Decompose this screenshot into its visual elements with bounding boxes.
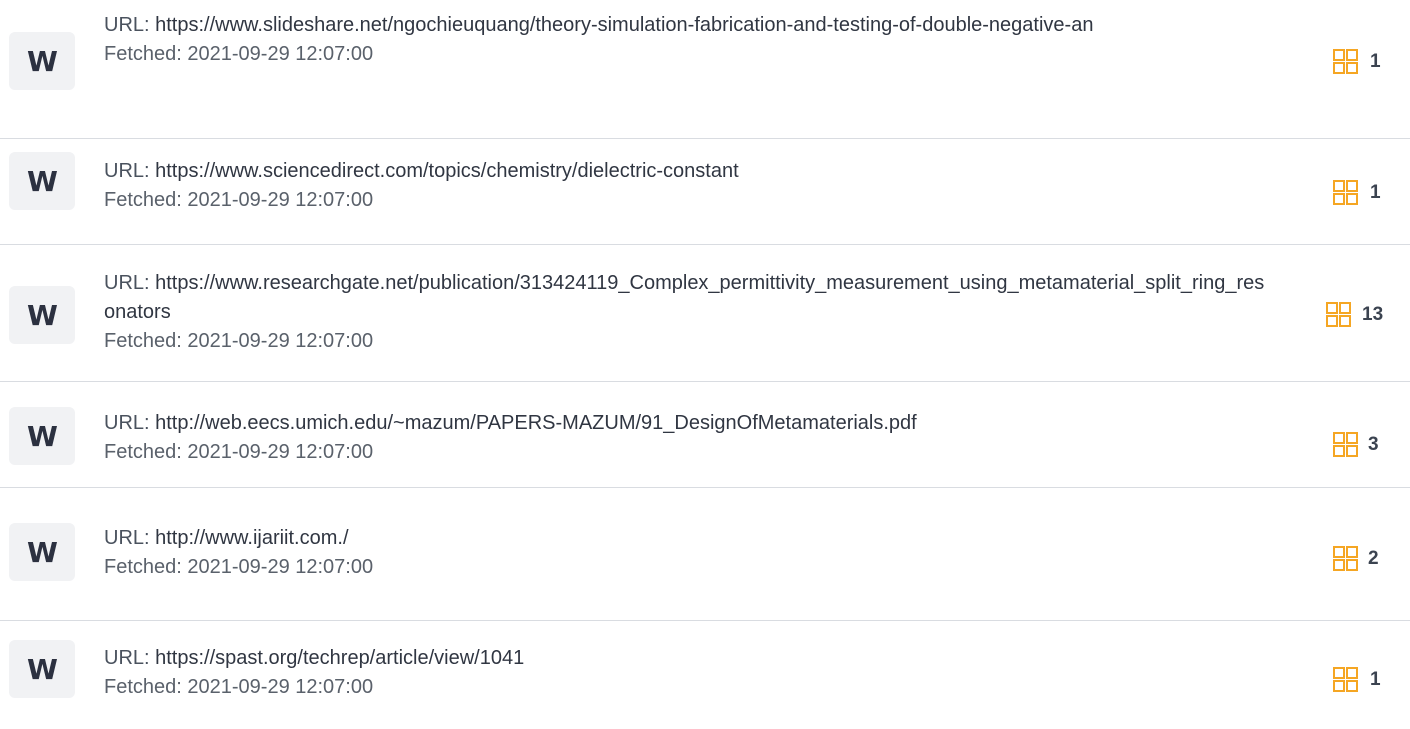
source-url-link[interactable]: https://www.researchgate.net/publication… [104, 272, 1264, 323]
grid-icon[interactable] [1333, 180, 1358, 205]
source-row: W URL: https://www.researchgate.net/publ… [0, 245, 1410, 382]
source-badge: W [9, 152, 75, 210]
match-count-value: 3 [1368, 434, 1379, 455]
fetched-timestamp: 2021-09-29 12:07:00 [187, 441, 374, 463]
grid-icon[interactable] [1333, 667, 1358, 692]
fetched-label: Fetched: [104, 189, 188, 211]
match-count [1333, 180, 1358, 205]
badge-letter: W [27, 419, 58, 453]
url-label: URL: [104, 272, 156, 294]
source-badge: W [9, 286, 75, 344]
match-count [1333, 49, 1358, 74]
source-url-link[interactable]: https://www.sciencedirect.com/topics/che… [155, 160, 739, 182]
match-count-value: 2 [1368, 548, 1379, 569]
source-badge: W [9, 32, 75, 90]
badge-letter: W [27, 535, 58, 569]
match-count [1326, 302, 1351, 327]
fetched-label: Fetched: [104, 330, 188, 352]
fetched-line: Fetched: 2021-09-29 12:07:00 [104, 673, 1274, 702]
match-count [1333, 667, 1358, 692]
badge-letter: W [27, 164, 58, 198]
fetched-line: Fetched: 2021-09-29 12:07:00 [104, 186, 1274, 215]
fetched-label: Fetched: [104, 441, 188, 463]
url-label: URL: [104, 647, 156, 669]
match-count-value: 1 [1370, 182, 1381, 203]
fetched-line: Fetched: 2021-09-29 12:07:00 [104, 438, 1274, 467]
source-meta: URL: https://www.sciencedirect.com/topic… [104, 157, 1274, 215]
source-meta: URL: https://www.slideshare.net/ngochieu… [104, 11, 1274, 69]
match-count-value: 1 [1370, 51, 1381, 72]
url-label: URL: [104, 527, 156, 549]
fetched-timestamp: 2021-09-29 12:07:00 [187, 556, 374, 578]
match-count [1333, 546, 1358, 571]
badge-letter: W [27, 652, 58, 686]
match-count-value: 1 [1370, 669, 1381, 690]
fetched-line: Fetched: 2021-09-29 12:07:00 [104, 40, 1274, 69]
fetched-line: Fetched: 2021-09-29 12:07:00 [104, 553, 1274, 582]
fetched-timestamp: 2021-09-29 12:07:00 [187, 330, 374, 352]
source-url-link[interactable]: http://www.ijariit.com./ [155, 527, 348, 549]
grid-icon[interactable] [1326, 302, 1351, 327]
fetched-label: Fetched: [104, 556, 188, 578]
source-meta: URL: http://web.eecs.umich.edu/~mazum/PA… [104, 409, 1274, 467]
url-line: URL: http://www.ijariit.com./ [104, 524, 1274, 553]
badge-letter: W [27, 44, 58, 78]
source-url-link[interactable]: http://web.eecs.umich.edu/~mazum/PAPERS-… [155, 412, 917, 434]
source-badge: W [9, 523, 75, 581]
source-meta: URL: http://www.ijariit.com./ Fetched: 2… [104, 524, 1274, 582]
fetched-timestamp: 2021-09-29 12:07:00 [187, 189, 374, 211]
url-line: URL: https://www.slideshare.net/ngochieu… [104, 11, 1274, 40]
source-url-link[interactable]: https://www.slideshare.net/ngochieuquang… [155, 14, 1093, 36]
source-row: W URL: http://web.eecs.umich.edu/~mazum/… [0, 382, 1410, 488]
source-row: W URL: https://www.slideshare.net/ngochi… [0, 0, 1410, 139]
fetched-label: Fetched: [104, 676, 188, 698]
grid-icon[interactable] [1333, 546, 1358, 571]
fetched-label: Fetched: [104, 43, 188, 65]
source-meta: URL: https://spast.org/techrep/article/v… [104, 644, 1274, 702]
source-meta: URL: https://www.researchgate.net/public… [104, 269, 1274, 356]
url-line: URL: http://web.eecs.umich.edu/~mazum/PA… [104, 409, 1274, 438]
fetched-timestamp: 2021-09-29 12:07:00 [187, 43, 374, 65]
source-badge: W [9, 640, 75, 698]
match-count-value: 13 [1362, 304, 1384, 325]
fetched-line: Fetched: 2021-09-29 12:07:00 [104, 327, 1274, 356]
url-label: URL: [104, 412, 156, 434]
source-row: W URL: https://www.sciencedirect.com/top… [0, 139, 1410, 245]
url-label: URL: [104, 14, 156, 36]
url-label: URL: [104, 160, 156, 182]
badge-letter: W [27, 298, 58, 332]
source-row: W URL: http://www.ijariit.com./ Fetched:… [0, 488, 1410, 621]
url-line: URL: https://www.researchgate.net/public… [104, 269, 1274, 327]
source-url-link[interactable]: https://spast.org/techrep/article/view/1… [155, 647, 524, 669]
grid-icon[interactable] [1333, 49, 1358, 74]
grid-icon[interactable] [1333, 432, 1358, 457]
source-row: W URL: https://spast.org/techrep/article… [0, 621, 1410, 729]
url-line: URL: https://www.sciencedirect.com/topic… [104, 157, 1274, 186]
fetched-timestamp: 2021-09-29 12:07:00 [187, 676, 374, 698]
source-badge: W [9, 407, 75, 465]
match-count [1333, 432, 1358, 457]
url-line: URL: https://spast.org/techrep/article/v… [104, 644, 1274, 673]
